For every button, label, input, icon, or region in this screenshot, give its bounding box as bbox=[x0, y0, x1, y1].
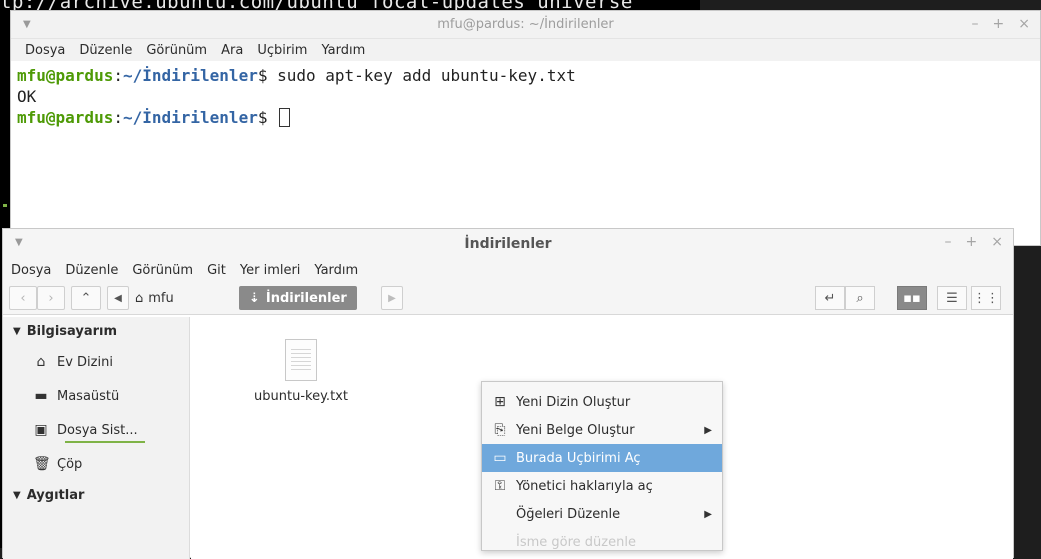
sidebar: ▼ Bilgisayarım ⌂ Ev Dizini ▬ Masaüstü ▣ … bbox=[3, 317, 190, 559]
minimize-button[interactable]: – bbox=[972, 16, 979, 32]
compact-view-button[interactable]: ⋮⋮ bbox=[971, 286, 1001, 310]
maximize-button[interactable]: + bbox=[993, 16, 1005, 32]
path-entry-icon: ↵ bbox=[824, 290, 836, 306]
parent-folder-button[interactable]: ⌃ bbox=[71, 286, 101, 310]
search-icon: ⌕ bbox=[856, 290, 864, 306]
terminal-output[interactable]: mfu@pardus:~/İndirilenler$ sudo apt-key … bbox=[11, 61, 1040, 128]
key-icon: ⚿ bbox=[494, 478, 506, 494]
forward-button[interactable]: › bbox=[37, 286, 65, 310]
text-file-icon bbox=[285, 339, 317, 381]
menu-item-open-terminal[interactable]: ▭ Burada Uçbirimi Aç bbox=[482, 444, 722, 472]
menu-dosya[interactable]: Dosya bbox=[11, 263, 51, 278]
sidebar-item-trash[interactable]: 🗑 Çöp bbox=[3, 447, 189, 481]
search-button[interactable]: ⌕ bbox=[845, 286, 875, 310]
menu-git[interactable]: Git bbox=[207, 263, 226, 278]
menu-item-open-as-root[interactable]: ⚿ Yönetici haklarıyla aç bbox=[482, 472, 722, 500]
terminal-title: mfu@pardus: ~/İndirilenler bbox=[437, 17, 614, 32]
download-icon: ⇣ bbox=[249, 290, 260, 306]
toolbar: ‹ › ⌃ ◀ ⌂ mfu ⇣ İndirilenler ▶ ↵ ⌕ ▪▪ ☰ … bbox=[3, 281, 1013, 315]
new-folder-icon: ⊞ bbox=[494, 394, 506, 410]
new-document-icon: ⎘ bbox=[494, 422, 506, 438]
menu-gorunum[interactable]: Görünüm bbox=[146, 43, 207, 58]
terminal-line: mfu@pardus:~/İndirilenler$ bbox=[17, 107, 1040, 128]
triangle-left-icon: ◀ bbox=[114, 292, 122, 304]
compact-view-icon: ⋮⋮ bbox=[973, 290, 999, 306]
close-button[interactable]: × bbox=[991, 234, 1003, 250]
minimize-button[interactable]: – bbox=[945, 234, 952, 250]
disk-usage-bar bbox=[65, 441, 145, 443]
terminal-line: OK bbox=[17, 87, 37, 106]
menu-item-new-folder[interactable]: ⊞ Yeni Dizin Oluştur bbox=[482, 388, 722, 416]
file-manager-title: İndirilenler bbox=[464, 236, 552, 252]
menu-item-new-document[interactable]: ⎘ Yeni Belge Oluştur ▶ bbox=[482, 416, 722, 444]
menu-item-arrange-items[interactable]: Öğeleri Düzenle ▶ bbox=[482, 500, 722, 528]
menu-duzenle[interactable]: Düzenle bbox=[79, 43, 132, 58]
trash-icon: 🗑 bbox=[33, 456, 51, 472]
back-button[interactable]: ‹ bbox=[9, 286, 37, 310]
terminal-titlebar[interactable]: ▼ mfu@pardus: ~/İndirilenler – + × bbox=[11, 11, 1040, 39]
breadcrumb-left-button[interactable]: ◀ bbox=[107, 286, 129, 310]
menu-item-sort-by-name[interactable]: İsme göre düzenle bbox=[482, 528, 722, 556]
terminal-line: mfu@pardus:~/İndirilenler$ sudo apt-key … bbox=[17, 66, 576, 85]
menu-gorunum[interactable]: Görünüm bbox=[132, 263, 193, 278]
sidebar-item-home[interactable]: ⌂ Ev Dizini bbox=[3, 345, 189, 379]
expand-icon: ▼ bbox=[13, 489, 21, 501]
breadcrumb-current[interactable]: ⇣ İndirilenler bbox=[239, 286, 357, 310]
file-item[interactable]: ubuntu-key.txt bbox=[241, 339, 361, 404]
context-menu: ⊞ Yeni Dizin Oluştur ⎘ Yeni Belge Oluştu… bbox=[481, 381, 723, 551]
file-manager-menubar: Dosya Düzenle Görünüm Git Yer imleri Yar… bbox=[3, 259, 1013, 281]
chevron-right-icon: › bbox=[48, 290, 54, 306]
menu-yardim[interactable]: Yardım bbox=[321, 43, 365, 58]
triangle-right-icon: ▶ bbox=[388, 292, 396, 304]
sidebar-item-desktop[interactable]: ▬ Masaüstü bbox=[3, 379, 189, 413]
folder-icon: ▬ bbox=[34, 388, 48, 404]
sidebar-item-filesystem[interactable]: ▣ Dosya Sist... bbox=[3, 413, 189, 447]
grid-view-icon: ▪▪ bbox=[903, 290, 921, 306]
home-icon: ⌂ bbox=[36, 354, 46, 370]
menu-ara[interactable]: Ara bbox=[221, 43, 243, 58]
submenu-arrow-icon: ▶ bbox=[704, 424, 712, 436]
terminal-icon: ▭ bbox=[493, 450, 507, 466]
sidebar-section-computer[interactable]: ▼ Bilgisayarım bbox=[3, 317, 189, 345]
file-manager-titlebar[interactable]: ▼ İndirilenler – + × bbox=[3, 229, 1013, 259]
terminal-menubar: Dosya Düzenle Görünüm Ara Uçbirim Yardım bbox=[11, 39, 1040, 61]
breadcrumb-right-button[interactable]: ▶ bbox=[381, 286, 403, 310]
list-view-button[interactable]: ☰ bbox=[937, 286, 967, 310]
icon-view-button[interactable]: ▪▪ bbox=[897, 286, 927, 310]
chevron-up-icon: ⌃ bbox=[80, 290, 92, 306]
terminal-window[interactable]: ▼ mfu@pardus: ~/İndirilenler – + × Dosya… bbox=[10, 10, 1041, 246]
drive-icon: ▣ bbox=[34, 422, 48, 438]
path-toggle-button[interactable]: ↵ bbox=[815, 286, 845, 310]
menu-duzenle[interactable]: Düzenle bbox=[65, 263, 118, 278]
expand-icon: ▼ bbox=[13, 325, 21, 337]
terminal-cursor bbox=[279, 108, 291, 127]
maximize-button[interactable]: + bbox=[966, 234, 978, 250]
menu-yer-imleri[interactable]: Yer imleri bbox=[240, 263, 301, 278]
menu-ucbirim[interactable]: Uçbirim bbox=[257, 43, 307, 58]
submenu-arrow-icon: ▶ bbox=[704, 508, 712, 520]
sidebar-section-devices[interactable]: ▼ Aygıtlar bbox=[3, 481, 189, 509]
menu-yardim[interactable]: Yardım bbox=[314, 263, 358, 278]
breadcrumb-home[interactable]: ⌂ mfu bbox=[135, 286, 174, 310]
menu-dosya[interactable]: Dosya bbox=[25, 43, 65, 58]
list-view-icon: ☰ bbox=[946, 290, 958, 306]
file-name: ubuntu-key.txt bbox=[254, 389, 348, 404]
close-button[interactable]: × bbox=[1018, 16, 1030, 32]
chevron-left-icon: ‹ bbox=[20, 290, 26, 306]
home-icon: ⌂ bbox=[135, 290, 144, 306]
